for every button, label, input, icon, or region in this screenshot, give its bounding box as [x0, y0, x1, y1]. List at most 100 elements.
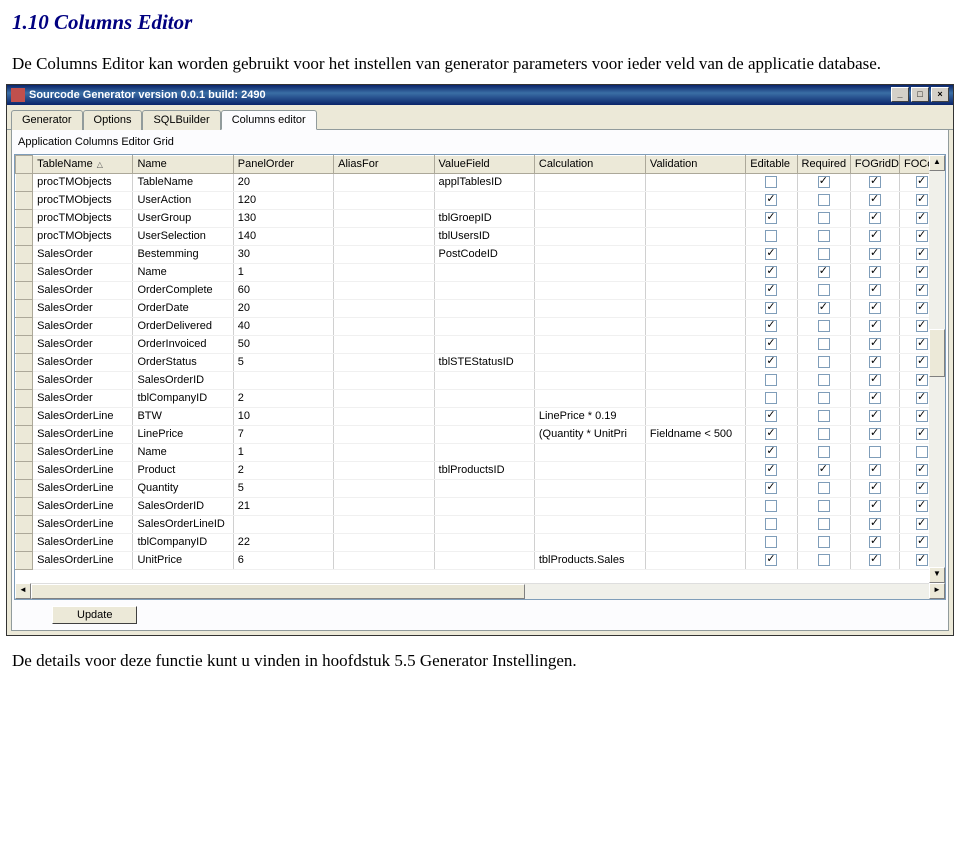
cell-panel[interactable]: 5 [233, 479, 333, 497]
cell-editable[interactable] [746, 245, 797, 263]
cell-valid[interactable] [645, 227, 745, 245]
cell-calc[interactable] [534, 443, 645, 461]
checkbox-required[interactable] [818, 320, 830, 332]
cell-calc[interactable] [534, 389, 645, 407]
cell-panel[interactable]: 30 [233, 245, 333, 263]
cell-valid[interactable] [645, 497, 745, 515]
cell-fogrid[interactable] [850, 299, 899, 317]
cell-valid[interactable] [645, 389, 745, 407]
table-row[interactable]: procTMObjectsUserAction120 [16, 191, 945, 209]
checkbox-foconta[interactable] [916, 284, 928, 296]
cell-fogrid[interactable] [850, 209, 899, 227]
cell-valuef[interactable] [434, 317, 534, 335]
column-header-aliasfor[interactable]: AliasFor [334, 155, 434, 173]
checkbox-editable[interactable] [765, 482, 777, 494]
cell-editable[interactable] [746, 407, 797, 425]
checkbox-foconta[interactable] [916, 230, 928, 242]
table-row[interactable]: SalesOrderLineProduct2tblProductsID [16, 461, 945, 479]
cell-fogrid[interactable] [850, 389, 899, 407]
cell-panel[interactable]: 5 [233, 353, 333, 371]
checkbox-fogrid[interactable] [869, 320, 881, 332]
cell-table[interactable]: SalesOrderLine [33, 443, 133, 461]
cell-name[interactable]: tblCompanyID [133, 533, 233, 551]
table-row[interactable]: SalesOrderLineName1 [16, 443, 945, 461]
cell-name[interactable]: Quantity [133, 479, 233, 497]
checkbox-foconta[interactable] [916, 176, 928, 188]
column-header-calculation[interactable]: Calculation [534, 155, 645, 173]
row-indicator[interactable] [16, 173, 33, 191]
cell-valid[interactable] [645, 281, 745, 299]
checkbox-editable[interactable] [765, 536, 777, 548]
cell-table[interactable]: procTMObjects [33, 173, 133, 191]
cell-required[interactable] [797, 263, 850, 281]
cell-fogrid[interactable] [850, 263, 899, 281]
checkbox-required[interactable] [818, 374, 830, 386]
table-row[interactable]: SalesOrderOrderInvoiced50 [16, 335, 945, 353]
cell-alias[interactable] [334, 533, 434, 551]
cell-fogrid[interactable] [850, 353, 899, 371]
tab-options[interactable]: Options [83, 110, 143, 130]
cell-editable[interactable] [746, 317, 797, 335]
checkbox-foconta[interactable] [916, 446, 928, 458]
table-row[interactable]: SalesOrderLinetblCompanyID22 [16, 533, 945, 551]
checkbox-editable[interactable] [765, 356, 777, 368]
close-button[interactable]: × [931, 87, 949, 102]
cell-name[interactable]: UnitPrice [133, 551, 233, 569]
checkbox-required[interactable] [818, 410, 830, 422]
cell-required[interactable] [797, 425, 850, 443]
cell-editable[interactable] [746, 191, 797, 209]
cell-name[interactable]: OrderDate [133, 299, 233, 317]
cell-alias[interactable] [334, 335, 434, 353]
cell-name[interactable]: TableName [133, 173, 233, 191]
cell-valuef[interactable]: PostCodeID [434, 245, 534, 263]
row-indicator[interactable] [16, 353, 33, 371]
checkbox-editable[interactable] [765, 212, 777, 224]
cell-calc[interactable] [534, 209, 645, 227]
cell-name[interactable]: LinePrice [133, 425, 233, 443]
checkbox-editable[interactable] [765, 374, 777, 386]
cell-name[interactable]: tblCompanyID [133, 389, 233, 407]
checkbox-fogrid[interactable] [869, 212, 881, 224]
checkbox-foconta[interactable] [916, 266, 928, 278]
cell-calc[interactable] [534, 317, 645, 335]
table-row[interactable]: procTMObjectsTableName20applTablesID [16, 173, 945, 191]
checkbox-foconta[interactable] [916, 518, 928, 530]
cell-editable[interactable] [746, 497, 797, 515]
cell-name[interactable]: SalesOrderID [133, 371, 233, 389]
scroll-right-button[interactable]: ► [929, 583, 945, 599]
table-row[interactable]: SalesOrderLineLinePrice7(Quantity * Unit… [16, 425, 945, 443]
row-indicator[interactable] [16, 263, 33, 281]
cell-name[interactable]: SalesOrderID [133, 497, 233, 515]
cell-required[interactable] [797, 299, 850, 317]
checkbox-editable[interactable] [765, 428, 777, 440]
cell-valuef[interactable] [434, 515, 534, 533]
checkbox-required[interactable] [818, 230, 830, 242]
table-row[interactable]: SalesOrderSalesOrderID [16, 371, 945, 389]
checkbox-foconta[interactable] [916, 338, 928, 350]
checkbox-fogrid[interactable] [869, 518, 881, 530]
cell-editable[interactable] [746, 461, 797, 479]
vscroll-thumb[interactable] [929, 329, 945, 377]
checkbox-foconta[interactable] [916, 392, 928, 404]
cell-panel[interactable] [233, 515, 333, 533]
cell-editable[interactable] [746, 371, 797, 389]
cell-name[interactable]: OrderDelivered [133, 317, 233, 335]
checkbox-required[interactable] [818, 284, 830, 296]
cell-valid[interactable] [645, 335, 745, 353]
cell-panel[interactable]: 1 [233, 263, 333, 281]
cell-valid[interactable] [645, 551, 745, 569]
cell-alias[interactable] [334, 371, 434, 389]
column-header-validation[interactable]: Validation [645, 155, 745, 173]
checkbox-editable[interactable] [765, 446, 777, 458]
cell-alias[interactable] [334, 461, 434, 479]
cell-alias[interactable] [334, 227, 434, 245]
table-row[interactable]: SalesOrderLineQuantity5 [16, 479, 945, 497]
titlebar[interactable]: Sourcode Generator version 0.0.1 build: … [7, 85, 953, 105]
cell-required[interactable] [797, 335, 850, 353]
cell-table[interactable]: procTMObjects [33, 191, 133, 209]
cell-valid[interactable] [645, 407, 745, 425]
cell-table[interactable]: SalesOrder [33, 389, 133, 407]
scroll-up-button[interactable]: ▲ [929, 155, 945, 171]
checkbox-editable[interactable] [765, 464, 777, 476]
checkbox-fogrid[interactable] [869, 302, 881, 314]
